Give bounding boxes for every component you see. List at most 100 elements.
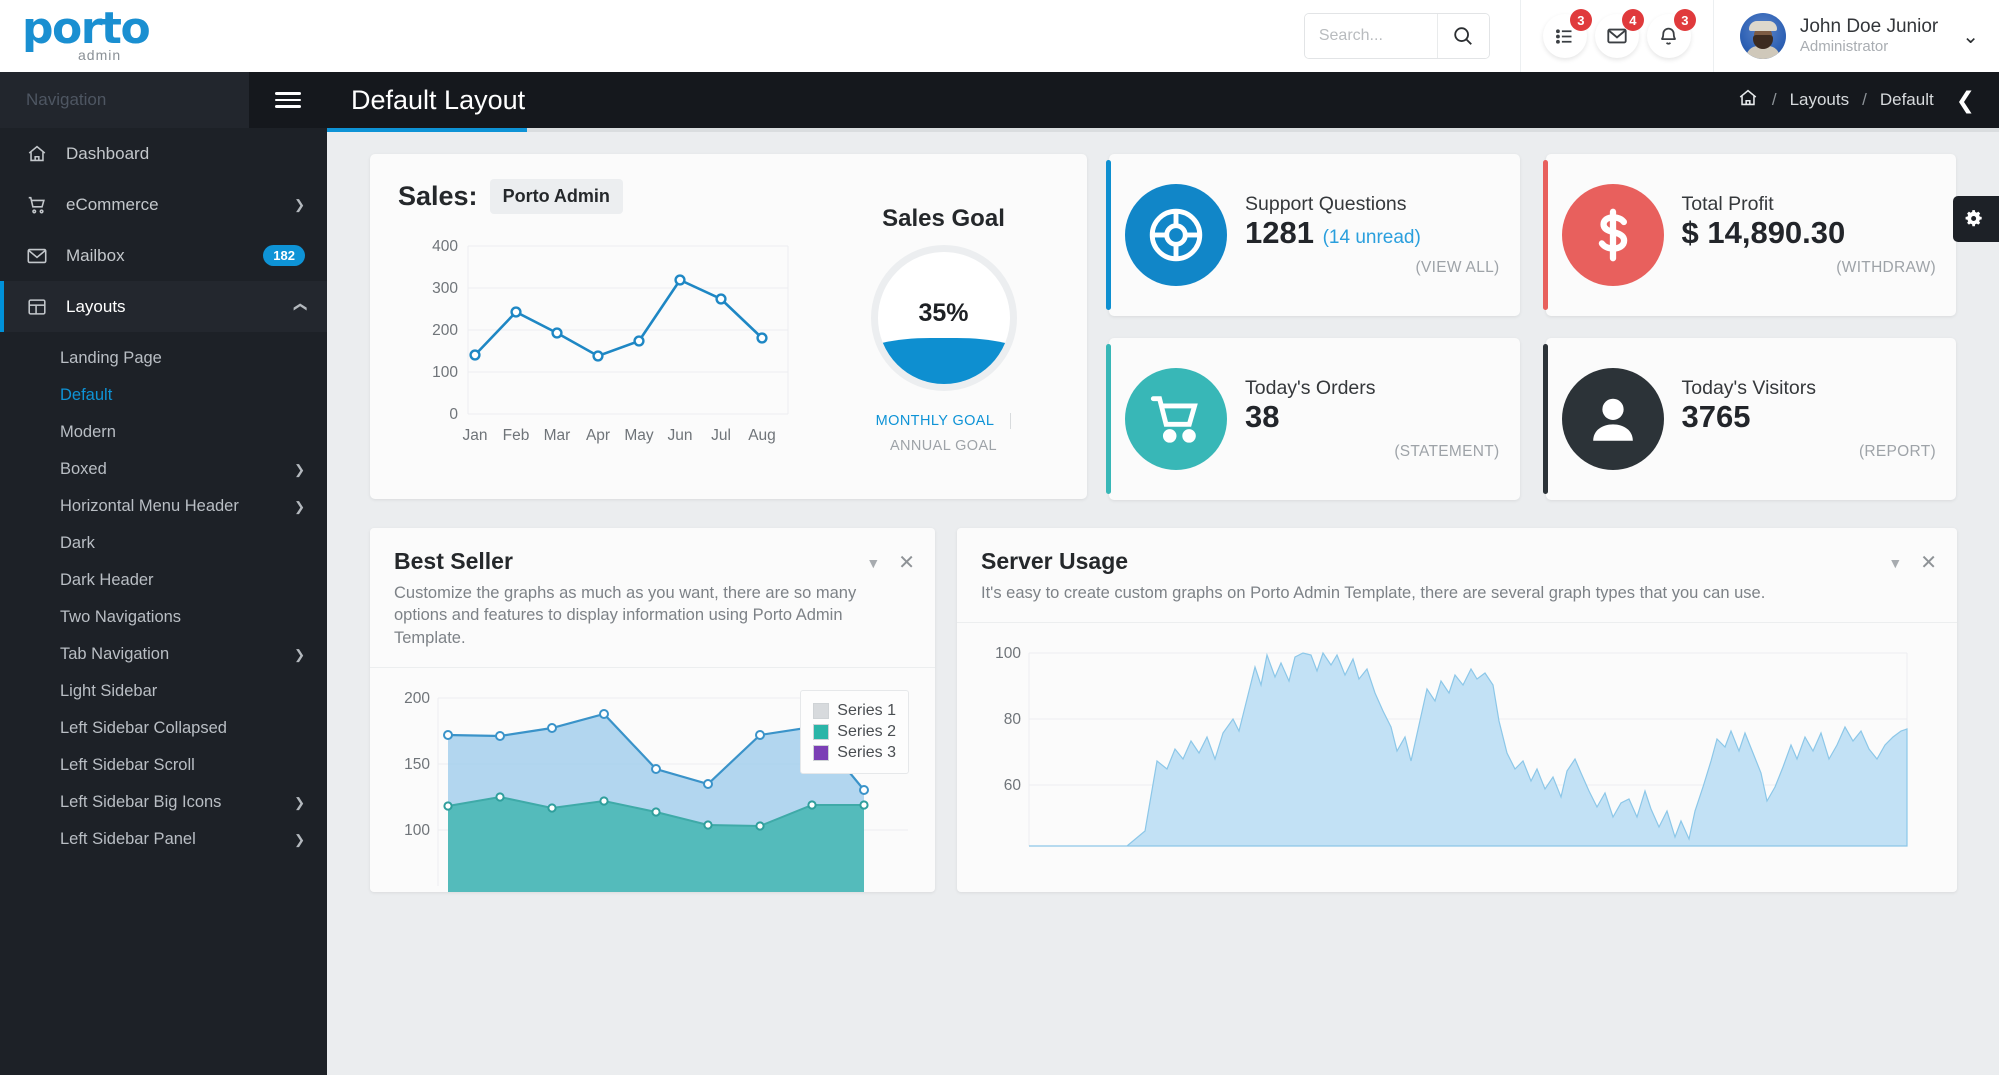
breadcrumb-item-layouts[interactable]: Layouts bbox=[1790, 90, 1850, 110]
legend-item[interactable]: Series 2 bbox=[813, 723, 896, 741]
search-button[interactable] bbox=[1436, 14, 1489, 58]
legend-item[interactable]: Series 1 bbox=[813, 702, 896, 720]
sales-line-chart: 400 300 200 100 0 Jan Feb Mar Apr May Ju… bbox=[398, 236, 828, 471]
main-content: Sales: Porto Admin 400 300 200 100 0 Jan… bbox=[327, 132, 1999, 1075]
sales-xtick-may: May bbox=[624, 427, 654, 444]
stat-cards-row-1: Support Questions 1281 (14 unread) (VIEW… bbox=[1106, 154, 1956, 316]
chevron-down-icon[interactable]: ❯ bbox=[294, 499, 305, 515]
sales-goal-title: Sales Goal bbox=[882, 205, 1005, 232]
sidebar-item-label: Layouts bbox=[66, 296, 126, 316]
messages-badge: 4 bbox=[1621, 9, 1644, 31]
panel-header: Server Usage It's easy to create custom … bbox=[957, 528, 1957, 624]
sub-label: Left Sidebar Scroll bbox=[60, 756, 195, 774]
sidebar-item-label: Dashboard bbox=[66, 143, 150, 163]
sidebar-subitem-dark-header[interactable]: Dark Header bbox=[0, 562, 327, 599]
sales-title: Sales: bbox=[398, 181, 478, 211]
search-input[interactable] bbox=[1304, 14, 1437, 58]
sidebar-item-ecommerce[interactable]: eCommerce ❯ bbox=[0, 179, 327, 230]
gauge-percent: 35% bbox=[918, 298, 969, 327]
gauge-fill bbox=[877, 337, 1010, 384]
life-ring-icon bbox=[1125, 184, 1227, 286]
user-name: John Doe Junior bbox=[1799, 16, 1939, 38]
sales-tag: Porto Admin bbox=[489, 179, 623, 214]
sidebar-subitem-boxed[interactable]: Boxed ❯ bbox=[0, 451, 327, 488]
admin-dashboard: porto admin 3 bbox=[0, 0, 1999, 1075]
legend-item[interactable]: Series 3 bbox=[813, 744, 896, 762]
breadcrumb: / Layouts / Default bbox=[1737, 87, 1934, 114]
sidebar-subitem-left-sidebar-panel[interactable]: Left Sidebar Panel ❯ bbox=[0, 821, 327, 858]
alerts-button[interactable]: 3 bbox=[1646, 9, 1696, 58]
sidebar-subitem-landing-page[interactable]: Landing Page bbox=[0, 340, 327, 377]
sales-xtick-mar: Mar bbox=[544, 427, 571, 444]
sidebar-subitem-light-sidebar[interactable]: Light Sidebar bbox=[0, 673, 327, 710]
stat-label: Support Questions bbox=[1245, 192, 1407, 215]
stat-value: 1281 (14 unread) bbox=[1245, 215, 1500, 251]
monthly-goal-link[interactable]: MONTHLY GOAL bbox=[875, 413, 1012, 429]
sidebar-subitem-left-sidebar-scroll[interactable]: Left Sidebar Scroll bbox=[0, 747, 327, 784]
sidebar-toggle-button[interactable] bbox=[249, 72, 327, 128]
sidebar-subitem-left-sidebar-big-icons[interactable]: Left Sidebar Big Icons ❯ bbox=[0, 784, 327, 821]
caret-down-icon[interactable]: ▼ bbox=[1888, 555, 1902, 571]
sidebar-subitem-dark[interactable]: Dark bbox=[0, 525, 327, 562]
stat-number: 1281 bbox=[1245, 215, 1314, 251]
chevron-down-icon[interactable]: ❯ bbox=[294, 197, 305, 213]
search-icon bbox=[1454, 27, 1473, 45]
stat-card-total-profit[interactable]: Total Profit $ 14,890.30 (WITHDRAW) bbox=[1542, 154, 1956, 316]
annual-goal-link[interactable]: ANNUAL GOAL bbox=[828, 438, 1059, 454]
stat-card-support-questions[interactable]: Support Questions 1281 (14 unread) (VIEW… bbox=[1106, 154, 1520, 316]
messages-button[interactable]: 4 bbox=[1594, 9, 1644, 58]
caret-down-icon[interactable]: ▼ bbox=[866, 555, 880, 571]
sales-ytick-100: 100 bbox=[432, 364, 458, 381]
sub-label: Default bbox=[60, 386, 113, 404]
panel-tools: ▼ ✕ bbox=[866, 550, 915, 575]
stat-cards: Support Questions 1281 (14 unread) (VIEW… bbox=[1106, 154, 1956, 500]
search-box[interactable] bbox=[1303, 13, 1490, 59]
stat-link[interactable]: (REPORT) bbox=[1682, 443, 1937, 461]
home-icon bbox=[26, 143, 66, 165]
stat-link[interactable]: (VIEW ALL) bbox=[1245, 259, 1500, 277]
sub-label: Left Sidebar Collapsed bbox=[60, 719, 227, 737]
sidebar-subitem-default[interactable]: Default bbox=[0, 377, 327, 414]
stat-card-todays-visitors[interactable]: Today's Visitors 3765 (REPORT) bbox=[1542, 338, 1956, 500]
cart-icon bbox=[26, 194, 66, 216]
theme-settings-button[interactable] bbox=[1953, 196, 1999, 242]
gears-icon bbox=[1965, 209, 1982, 226]
sidebar-subitem-two-navigations[interactable]: Two Navigations bbox=[0, 599, 327, 636]
sidebar-item-dashboard[interactable]: Dashboard bbox=[0, 128, 327, 179]
sales-header: Sales: Porto Admin bbox=[398, 179, 828, 214]
legend-swatch bbox=[813, 723, 830, 740]
breadcrumb-item-default[interactable]: Default bbox=[1880, 90, 1934, 110]
home-icon[interactable] bbox=[1737, 87, 1759, 114]
bs-ytick-100: 100 bbox=[404, 822, 430, 839]
bs-ytick-200: 200 bbox=[404, 690, 430, 707]
close-icon[interactable]: ✕ bbox=[898, 550, 915, 575]
chevron-down-icon[interactable]: ❯ bbox=[294, 795, 305, 811]
chevron-left-icon[interactable]: ❮ bbox=[1956, 87, 1975, 114]
stat-link[interactable]: (WITHDRAW) bbox=[1682, 259, 1937, 277]
sidebar-subitem-left-sidebar-collapsed[interactable]: Left Sidebar Collapsed bbox=[0, 710, 327, 747]
close-icon[interactable]: ✕ bbox=[1920, 550, 1937, 575]
sub-label: Left Sidebar Big Icons bbox=[60, 793, 222, 811]
sidebar-subitem-tab-navigation[interactable]: Tab Navigation ❯ bbox=[0, 636, 327, 673]
sidebar-item-layouts[interactable]: Layouts ❯ bbox=[0, 281, 327, 332]
su-ytick-80: 80 bbox=[1004, 711, 1022, 728]
chevron-up-icon[interactable]: ❯ bbox=[292, 301, 308, 312]
chevron-down-icon[interactable]: ❯ bbox=[294, 647, 305, 663]
user-menu[interactable]: John Doe Junior Administrator ⌄ bbox=[1714, 13, 1999, 59]
stat-link[interactable]: (STATEMENT) bbox=[1245, 443, 1500, 461]
hamburger-icon bbox=[275, 88, 301, 111]
chevron-down-icon[interactable]: ❯ bbox=[294, 832, 305, 848]
sidebar-subitem-modern[interactable]: Modern bbox=[0, 414, 327, 451]
alerts-badge: 3 bbox=[1673, 9, 1696, 31]
sidebar-item-mailbox[interactable]: Mailbox 182 bbox=[0, 230, 327, 281]
top-header: porto admin 3 bbox=[0, 0, 1999, 72]
stat-value: 3765 bbox=[1681, 399, 1751, 435]
brand-logo[interactable]: porto admin bbox=[0, 7, 327, 63]
tasks-button[interactable]: 3 bbox=[1542, 9, 1592, 58]
sales-goal-gauge: 35% bbox=[828, 245, 1059, 391]
chevron-down-icon[interactable]: ❯ bbox=[294, 462, 305, 478]
stat-card-todays-orders[interactable]: Today's Orders 38 (STATEMENT) bbox=[1106, 338, 1520, 500]
chevron-down-icon[interactable]: ⌄ bbox=[1962, 24, 1979, 49]
sidebar-subitem-horizontal-menu-header[interactable]: Horizontal Menu Header ❯ bbox=[0, 488, 327, 525]
panel-description: Customize the graphs as much as you want… bbox=[394, 584, 857, 647]
